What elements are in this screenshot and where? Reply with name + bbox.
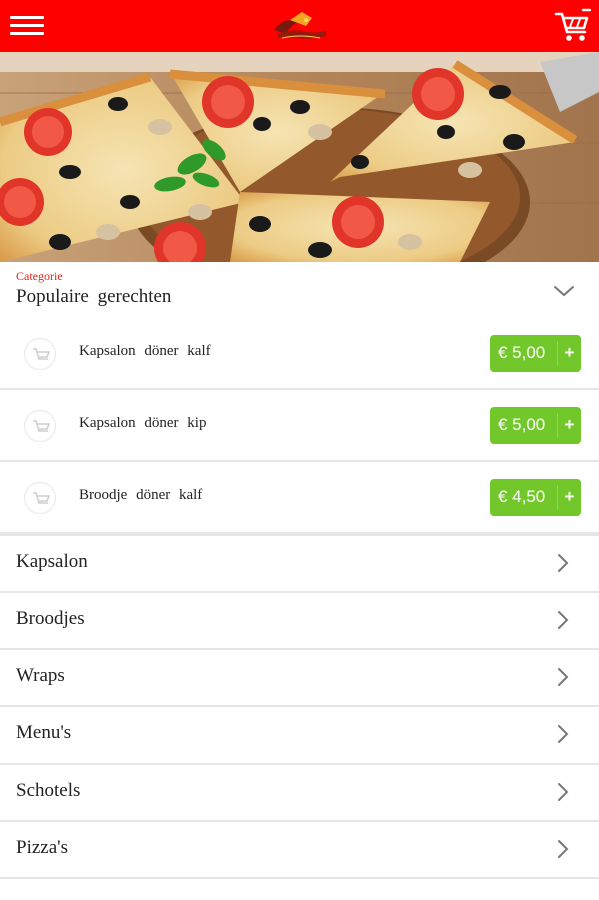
divider — [557, 341, 558, 366]
cart-item-icon — [24, 410, 56, 442]
chevron-right-icon — [558, 840, 569, 858]
plus-icon: + — [564, 487, 575, 506]
add-to-cart-button[interactable]: € 5,00 + — [490, 335, 581, 372]
item-name: Broodje döner kalf — [79, 487, 203, 503]
category-row-label: Wraps — [16, 665, 65, 686]
category-row-pizzas[interactable]: Pizza's — [0, 820, 599, 878]
item-price: € 5,00 — [498, 415, 546, 434]
chevron-right-icon — [558, 554, 569, 572]
plus-icon: + — [564, 415, 575, 434]
add-to-cart-button[interactable]: € 5,00 + — [490, 407, 581, 444]
category-row-wraps[interactable]: Wraps — [0, 648, 599, 706]
cart-item-icon — [24, 482, 56, 514]
category-row-partial[interactable] — [0, 877, 599, 900]
category-row-label: Broodjes — [16, 608, 85, 629]
hamburger-menu-icon[interactable] — [10, 14, 44, 38]
category-row-label: Kapsalon — [16, 551, 88, 572]
pizza-photo — [0, 52, 599, 262]
chevron-down-icon[interactable] — [552, 283, 576, 299]
item-price: € 5,00 — [498, 343, 546, 362]
plus-icon: + — [564, 343, 575, 362]
chevron-right-icon — [558, 668, 569, 686]
restaurant-logo[interactable] — [268, 8, 332, 44]
chevron-right-icon — [558, 725, 569, 743]
category-selector[interactable]: Populaire gerechten — [16, 286, 171, 308]
category-row-label: Schotels — [16, 780, 81, 801]
list-item: Kapsalon döner kip € 5,00 + — [0, 390, 599, 462]
item-price: € 4,50 — [498, 487, 546, 506]
category-row-kapsalon[interactable]: Kapsalon — [0, 534, 599, 592]
list-item: Broodje döner kalf € 4,50 + — [0, 462, 599, 534]
item-name: Kapsalon döner kip — [79, 415, 207, 431]
item-name: Kapsalon döner kalf — [79, 343, 211, 359]
chevron-right-icon — [558, 611, 569, 629]
cart-item-icon — [24, 338, 56, 370]
category-label: Categorie — [16, 269, 63, 283]
list-item: Kapsalon döner kalf € 5,00 + — [0, 318, 599, 390]
add-to-cart-button[interactable]: € 4,50 + — [490, 479, 581, 516]
divider — [557, 413, 558, 438]
chevron-right-icon — [558, 783, 569, 801]
divider — [557, 485, 558, 510]
shopping-cart-icon[interactable] — [553, 6, 593, 46]
top-app-bar — [0, 0, 599, 52]
category-row-broodjes[interactable]: Broodjes — [0, 591, 599, 649]
category-row-menus[interactable]: Menu's — [0, 705, 599, 763]
category-row-label: Menu's — [16, 722, 72, 743]
category-row-schotels[interactable]: Schotels — [0, 763, 599, 821]
category-row-label: Pizza's — [16, 837, 68, 858]
